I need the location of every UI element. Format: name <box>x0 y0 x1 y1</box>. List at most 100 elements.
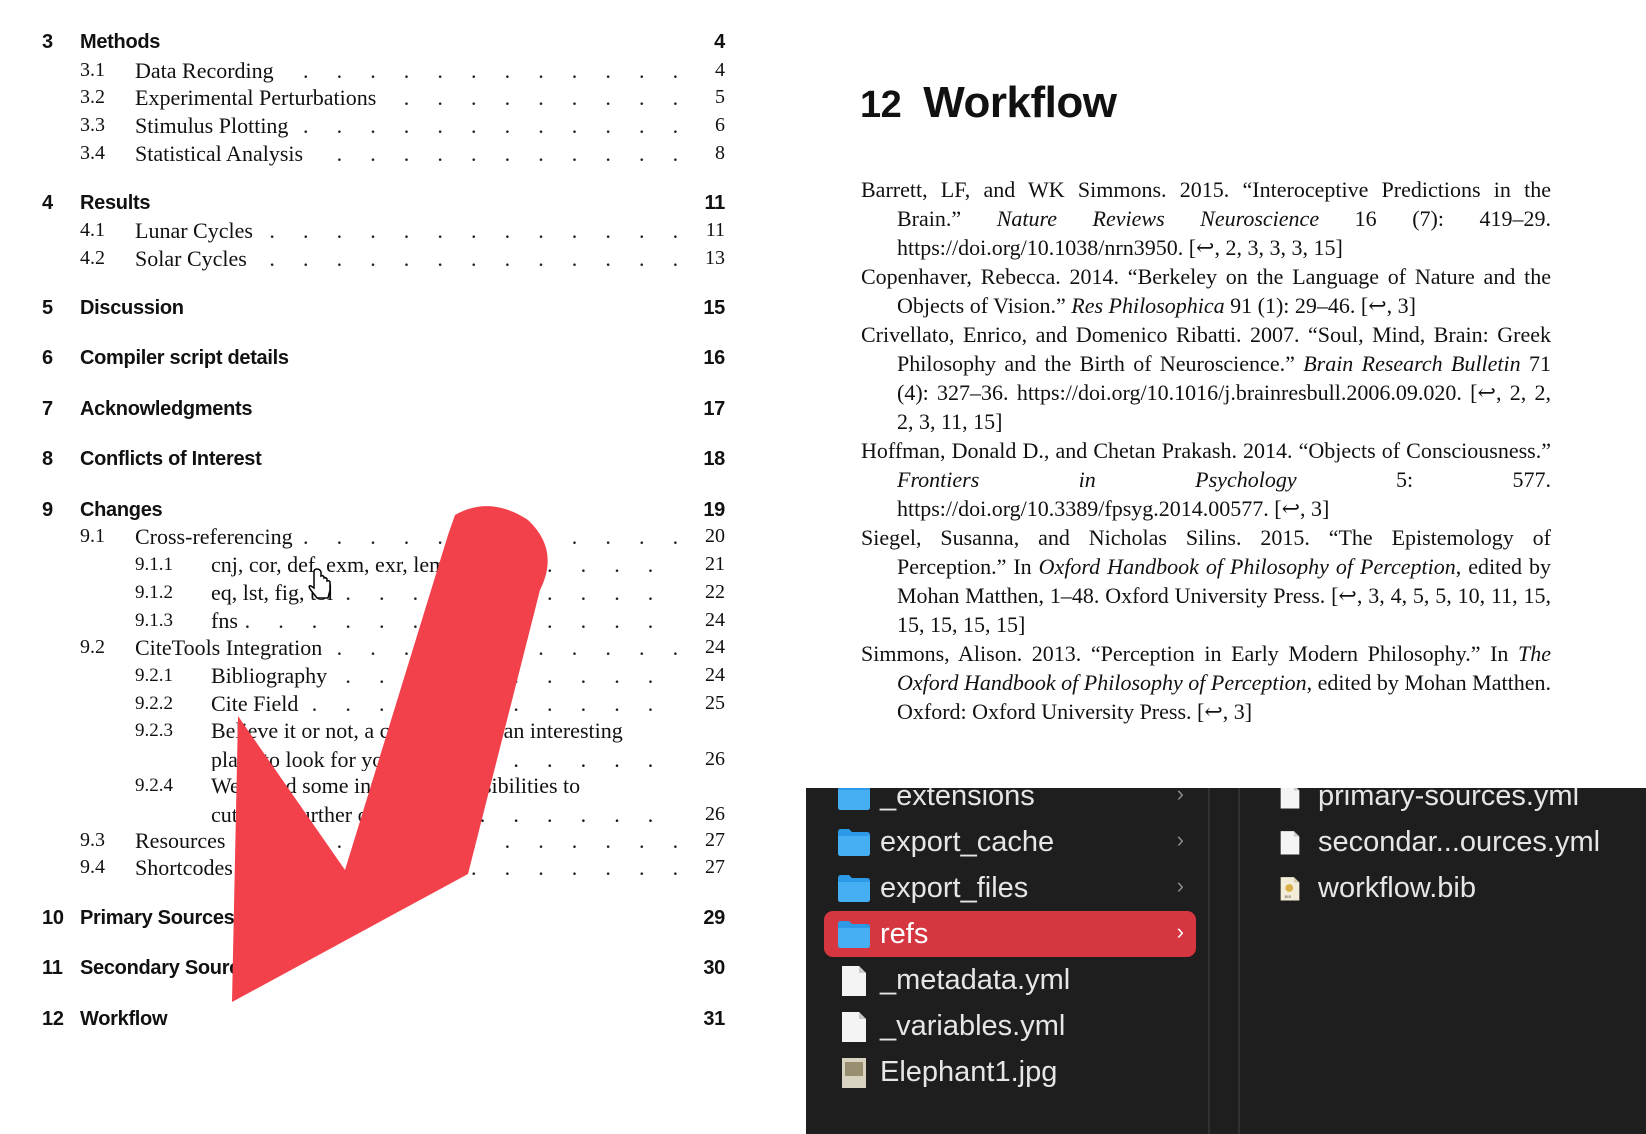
toc-chapter-entry[interactable]: 11 Secondary Sources 30 <box>0 954 730 982</box>
toc-page-number: 22 <box>701 578 725 607</box>
toc-section-number: 4.2 <box>80 247 105 269</box>
toc-section-number: 3.1 <box>80 59 105 81</box>
reference-details[interactable]: 91 (1): 29–46. [↩, 3] <box>1225 293 1416 318</box>
folder-icon <box>838 788 870 810</box>
toc-page-number: 27 <box>701 826 725 855</box>
toc-chapter-number: 4 <box>42 192 53 214</box>
finder-file-item[interactable]: _metadata.yml <box>824 957 1196 1003</box>
toc-section-entry[interactable]: 4.1 Lunar Cycles . . . . . . . . . . . . … <box>0 216 730 245</box>
toc-chapter-entry[interactable]: 12 Workflow 31 <box>0 1005 730 1033</box>
toc-page-number: 18 <box>703 448 725 470</box>
toc-subsection-entry[interactable]: 9.2.1Bibliography . . . . . . . . . . . … <box>0 661 730 690</box>
toc-page-number: 29 <box>703 907 725 929</box>
toc-section-title[interactable]: Resources <box>135 826 232 855</box>
toc-section-title[interactable]: eq, lst, fig, tbl <box>211 578 340 607</box>
reference-journal: Brain Research Bulletin <box>1303 351 1521 376</box>
toc-section-entry[interactable]: 3.4 Statistical Analysis . . . . . . . . … <box>0 139 730 168</box>
finder-column-parent[interactable]: _extensions › export_cache › export_files › re… <box>806 788 1210 1134</box>
toc-section-title[interactable]: Cross-referencing <box>135 522 299 551</box>
finder-file-item[interactable]: _variables.yml <box>824 1003 1196 1049</box>
toc-section-title[interactable]: Stimulus Plotting <box>135 111 295 140</box>
finder-folder-item[interactable]: export_cache › <box>824 819 1196 865</box>
toc-chapter-title[interactable]: Discussion <box>80 294 184 322</box>
toc-chapter-entry[interactable]: 10 Primary Sources 29 <box>0 904 730 932</box>
toc-section-entry[interactable]: 3.2 Experimental Perturbations . . . . . … <box>0 83 730 112</box>
toc-section-title[interactable]: cnj, cor, def, exm, exr, lem, thm <box>211 550 498 579</box>
finder-folder-item[interactable]: _extensions › <box>824 788 1196 819</box>
toc-section-title[interactable]: Shortcodes <box>135 853 239 882</box>
toc-section-entry[interactable]: 9.3Resources . . . . . . . . . . . . . .… <box>0 826 730 855</box>
toc-chapter-entry[interactable]: 4 Results 11 <box>0 189 730 217</box>
toc-chapter-title[interactable]: Compiler script details <box>80 344 289 372</box>
toc-subsection-entry[interactable]: 9.1.3 fns . . . . . . . . . . . . . . . .… <box>0 606 730 635</box>
toc-subsection-entry[interactable]: 9.2.4 We found some interesting possibili… <box>0 771 730 829</box>
toc-chapter-title[interactable]: Workflow <box>80 1005 168 1033</box>
toc-section-title[interactable]: Lunar Cycles <box>135 216 259 245</box>
toc-section-title[interactable]: Solar Cycles <box>135 244 253 273</box>
toc-page-number: 4 <box>714 31 725 53</box>
toc-chapter-number: 9 <box>42 499 53 521</box>
finder-folder-item[interactable]: export_files › <box>824 865 1196 911</box>
toc-section-number: 9.1 <box>80 525 105 547</box>
toc-section-entry[interactable]: 3.1 Data Recording . . . . . . . . . . . … <box>0 56 730 85</box>
toc-chapter-entry[interactable]: 3 Methods 4 <box>0 28 730 56</box>
finder-folder-item[interactable]: refs › <box>824 911 1196 957</box>
finder-file-item[interactable]: primary-sources.yml <box>1270 788 1640 819</box>
toc-section-title[interactable]: Believe it or not, a corner can be an in… <box>211 716 629 745</box>
toc-chapter-entry[interactable]: 8 Conflicts of Interest 18 <box>0 445 730 473</box>
toc-section-entry[interactable]: 9.4 Shortcodes . . . . . . . . . . . . . … <box>0 853 730 882</box>
toc-section-number: 9.2.2 <box>135 693 173 714</box>
toc-section-title[interactable]: Statistical Analysis <box>135 139 310 168</box>
toc-chapter-title[interactable]: Methods <box>80 28 160 56</box>
toc-chapter-number: 6 <box>42 347 53 369</box>
toc-section-title[interactable]: Experimental Perturbations <box>135 83 383 112</box>
reference-entry: Copenhaver, Rebecca. 2014. “Berkeley on … <box>861 262 1551 320</box>
toc-section-title[interactable]: Cite Field <box>211 689 305 718</box>
toc-subsection-entry[interactable]: 9.1.2 eq, lst, fig, tbl . . . . . . . . .… <box>0 578 730 607</box>
finder-item-name: _extensions <box>880 788 1035 812</box>
toc-section-number: 9.2 <box>80 636 105 658</box>
toc-subsection-entry[interactable]: 9.1.1 cnj, cor, def, exm, exr, lem, thm .… <box>0 550 730 579</box>
finder-file-item[interactable]: Elephant1.jpg <box>824 1049 1196 1095</box>
toc-section-entry[interactable]: 9.1 Cross-referencing . . . . . . . . . .… <box>0 522 730 551</box>
toc-subsection-entry[interactable]: 9.2.2Cite Field . . . . . . . . . . . . … <box>0 689 730 718</box>
toc-section-title[interactable]: CiteTools Integration <box>135 633 329 662</box>
toc-chapter-title[interactable]: Results <box>80 189 150 217</box>
toc-section-entry[interactable]: 4.2 Solar Cycles . . . . . . . . . . . . … <box>0 244 730 273</box>
toc-section-title-continued[interactable]: cut it for further control... <box>211 800 443 829</box>
toc-chapter-entry[interactable]: 9 Changes 19 <box>0 496 730 524</box>
toc-chapter-number: 12 <box>42 1008 64 1030</box>
folder-icon <box>838 875 870 902</box>
finder-item-name: workflow.bib <box>1318 872 1476 904</box>
toc-page-number: 5 <box>711 83 725 112</box>
finder-file-item[interactable]: secondar...ources.yml <box>1270 819 1640 865</box>
toc-chapter-entry[interactable]: 7 Acknowledgments 17 <box>0 395 730 423</box>
finder-file-item[interactable]: BIB workflow.bib <box>1270 865 1640 911</box>
chapter-number: 12 <box>860 84 902 126</box>
toc-chapter-title[interactable]: Primary Sources <box>80 904 235 932</box>
toc-page-number: 25 <box>701 689 725 718</box>
toc-chapter-entry[interactable]: 6 Compiler script details 16 <box>0 344 730 372</box>
toc-section-title[interactable]: Bibliography <box>211 661 334 690</box>
toc-section-title-continued[interactable]: place to look for your... <box>211 745 423 774</box>
toc-chapter-number: 10 <box>42 907 64 929</box>
toc-page-number: 24 <box>701 606 725 635</box>
toc-chapter-title[interactable]: Changes <box>80 496 163 524</box>
document-file-icon <box>1280 788 1300 809</box>
toc-chapter-title[interactable]: Acknowledgments <box>80 395 253 423</box>
toc-section-entry[interactable]: 9.2 CiteTools Integration . . . . . . . .… <box>0 633 730 662</box>
toc-chapter-title[interactable]: Secondary Sources <box>80 954 262 982</box>
toc-section-entry[interactable]: 3.3 Stimulus Plotting . . . . . . . . . .… <box>0 111 730 140</box>
toc-section-title[interactable]: We found some interesting possibilities … <box>211 771 587 800</box>
toc-section-number: 9.3 <box>80 829 105 851</box>
chevron-right-icon: › <box>1176 919 1184 944</box>
finder-column-refs[interactable]: primary-sources.yml secondar...ources.yml… <box>1238 788 1646 1134</box>
toc-subsection-entry[interactable]: 9.2.3 Believe it or not, a corner can be … <box>0 716 730 774</box>
toc-section-title[interactable]: fns <box>211 606 244 635</box>
toc-section-number: 9.2.3 <box>135 720 173 741</box>
toc-chapter-number: 8 <box>42 448 53 470</box>
toc-chapter-title[interactable]: Conflicts of Interest <box>80 445 262 473</box>
chevron-right-icon: › <box>1176 827 1184 852</box>
toc-section-title[interactable]: Data Recording <box>135 56 280 85</box>
toc-chapter-entry[interactable]: 5 Discussion 15 <box>0 294 730 322</box>
